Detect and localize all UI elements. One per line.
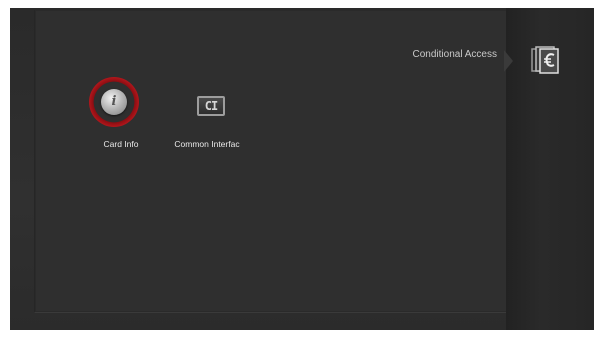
menu-item-common-interface[interactable]: CI Common Interfac [159,78,255,158]
ci-icon: CI [197,96,225,116]
pointer-arrow [504,50,513,72]
tv-screen: Conditional Access i Card Info CI Common… [10,8,594,330]
menu-item-label: Common Interfac [174,139,240,149]
section-title: Conditional Access [412,49,498,60]
menu-item-label: Card Info [103,139,139,149]
main-menu-panel: Conditional Access i Card Info CI Common… [34,10,508,313]
info-icon: i [101,89,127,115]
menu-item-card-info[interactable]: i Card Info [73,77,169,158]
euro-cards-icon [531,46,559,74]
